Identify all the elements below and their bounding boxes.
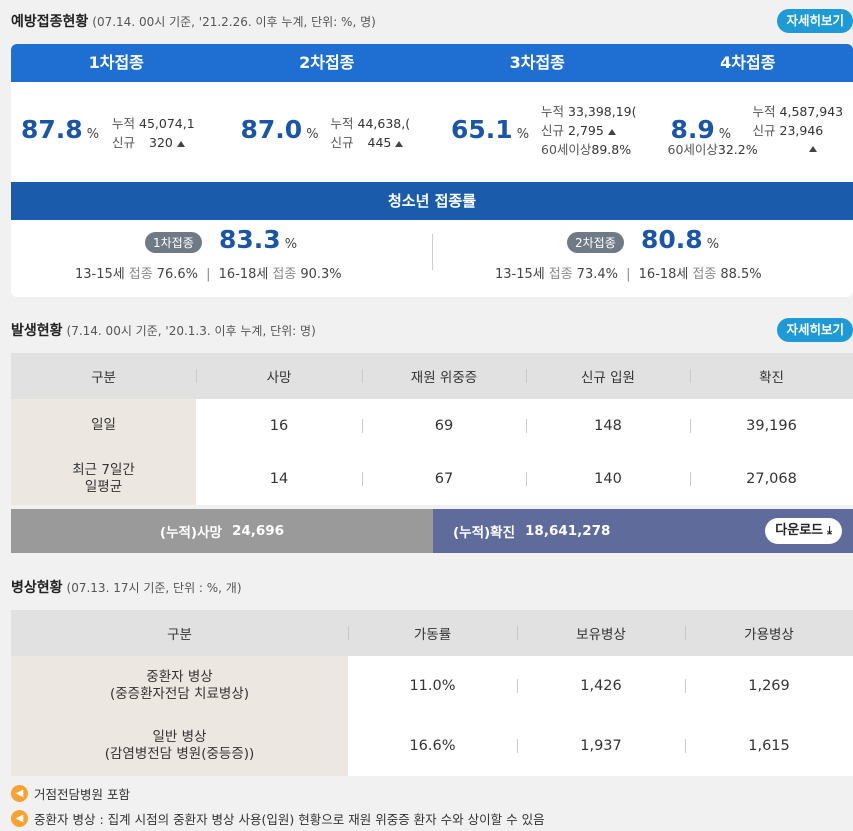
download-button[interactable]: 다운로드 ⤓ <box>765 518 842 544</box>
dose-3-stats: 65.1% 누적 33,398,19( 신규 2,795 60세이상89.8% <box>432 82 643 182</box>
up-triangle-icon <box>808 146 817 152</box>
beds-header: 병상현황 (07.13. 17시 기준, 단위 : %, 개) <box>11 575 853 599</box>
col-header: 확진 <box>690 366 853 386</box>
tab-dose-3[interactable]: 3차접종 <box>432 44 643 82</box>
dose-3-rate: 65.1% <box>451 115 530 144</box>
teen-dose-1-rate: 83.3% <box>219 225 298 254</box>
col-header: 구분 <box>91 370 116 386</box>
beds-note: (07.13. 17시 기준, 단위 : %, 개) <box>66 580 242 595</box>
teen-title: 청소년 접종률 <box>11 182 853 220</box>
dose-4-new: 신규 23,946 <box>752 123 824 138</box>
dose-1-rate: 87.8% <box>21 115 100 144</box>
table-row: 일일 16 69 148 39,196 <box>11 399 853 452</box>
occurrence-table-header: 구분 사망 재원 위중증 신규 입원 확진 <box>11 353 853 399</box>
cumulative-bar: (누적)사망 24,696 (누적)확진 18,641,278 다운로드 ⤓ <box>11 509 853 553</box>
teen-dose-1-breakdown: 13-15세 접종 76.6% | 16-18세 접종 90.3% <box>75 267 342 282</box>
tab-dose-2[interactable]: 2차접종 <box>222 44 433 82</box>
footnote: ◀ 거점전담병원 포함 <box>11 784 130 803</box>
teen-dose-2-rate: 80.8% <box>641 225 720 254</box>
cell-held-beds: 1,937 <box>517 716 685 776</box>
cell-critical: 67 <box>362 452 526 505</box>
footnote: ◀ 중환자 병상 : 집계 시점의 중환자 병상 사용(입원) 현황으로 재원 위… <box>11 809 545 828</box>
cell-confirmed: 39,196 <box>690 399 853 452</box>
teen-dose-2-badge: 2차접종 <box>567 232 624 253</box>
cell-new-admission: 140 <box>526 452 690 505</box>
speaker-icon: ◀ <box>11 810 28 827</box>
occurrence-header: 발생현황 (7.14. 00시 기준, '20.1.3. 이후 누계, 단위: … <box>11 318 853 342</box>
occurrence-title: 발생현황 <box>11 323 63 339</box>
table-row: 중환자 병상 (중증환자전담 치료병상) 11.0% 1,426 1,269 <box>11 656 853 716</box>
row-label: 일일 <box>11 399 196 452</box>
row-label: 중환자 병상 (중증환자전담 치료병상) <box>11 656 348 716</box>
beds-table-header: 구분 가동률 보유병상 가용병상 <box>11 610 853 656</box>
vaccination-header: 예방접종현황 (07.14. 00시 기준, '21.2.26. 이후 누계, … <box>11 9 853 33</box>
teen-stats: 1차접종 83.3% 13-15세 접종 76.6% | 16-18세 접종 90.3%… <box>11 220 853 297</box>
dose-3-new: 신규 2,795 <box>541 121 643 140</box>
col-header: 가용병상 <box>685 623 853 643</box>
cell-deaths: 14 <box>269 470 289 487</box>
table-row: 일반 병상 (감염병전담 병원(중등증)) 16.6% 1,937 1,615 <box>11 716 853 776</box>
vaccination-note: (07.14. 00시 기준, '21.2.26. 이후 누계, 단위: %, … <box>92 14 376 29</box>
tab-dose-4[interactable]: 4차접종 <box>643 44 853 82</box>
beds-title: 병상현황 <box>11 580 63 596</box>
col-header: 재원 위중증 <box>362 366 526 386</box>
occurrence-table: 구분 사망 재원 위중증 신규 입원 확진 일일 16 69 148 39,19… <box>11 353 853 505</box>
cumulative-confirmed: (누적)확진 18,641,278 다운로드 ⤓ <box>433 509 853 553</box>
cell-deaths: 16 <box>269 417 289 434</box>
dose-4-stats: 8.9% 누적 4,587,943 신규 23,946 60세이상32.2% <box>643 82 853 182</box>
cell-held-beds: 1,426 <box>517 656 685 716</box>
vaccination-detail-button[interactable]: 자세히보기 <box>777 9 853 33</box>
download-icon: ⤓ <box>827 524 832 537</box>
col-header: 가동률 <box>348 623 517 643</box>
dose-1-new: 신규 320 <box>112 133 212 152</box>
vaccination-card: 1차접종 2차접종 3차접종 4차접종 87.8% 누적 45,074,1 신규 … <box>11 44 853 297</box>
row-label: 일반 병상 (감염병전담 병원(중등증)) <box>11 716 348 776</box>
beds-table: 구분 가동률 보유병상 가용병상 중환자 병상 (중증환자전담 치료병상) 11.… <box>11 610 853 776</box>
dose-4-cumulative: 누적 4,587,943 <box>752 104 844 119</box>
dose-tabs: 1차접종 2차접종 3차접종 4차접종 <box>11 44 853 82</box>
tab-dose-1[interactable]: 1차접종 <box>11 44 222 82</box>
cell-available-beds: 1,269 <box>685 656 853 716</box>
table-row: 최근 7일간 일평균 14 67 140 27,068 <box>11 452 853 505</box>
cell-available-beds: 1,615 <box>685 716 853 776</box>
occurrence-detail-button[interactable]: 자세히보기 <box>777 318 853 342</box>
cell-utilization: 11.0% <box>409 678 456 694</box>
cell-new-admission: 148 <box>526 399 690 452</box>
cell-critical: 69 <box>362 399 526 452</box>
cell-confirmed: 27,068 <box>690 452 853 505</box>
col-header: 신규 입원 <box>526 366 690 386</box>
dose-2-rate: 87.0% <box>240 115 319 144</box>
dose-4-age60: 60세이상32.2% <box>667 142 758 157</box>
teen-dose-1-badge: 1차접종 <box>145 232 202 253</box>
up-triangle-icon <box>176 140 185 147</box>
dose-3-age60: 60세이상89.8% <box>541 142 632 157</box>
occurrence-note: (7.14. 00시 기준, '20.1.3. 이후 누계, 단위: 명) <box>66 323 316 338</box>
cell-utilization: 16.6% <box>409 738 456 754</box>
teen-dose-2: 2차접종 80.8% 13-15세 접종 73.4% | 16-18세 접종 88.5% <box>432 220 853 297</box>
vaccination-title: 예방접종현황 <box>11 14 89 30</box>
col-header: 사망 <box>196 366 362 386</box>
dose-1-stats: 87.8% 누적 45,074,1 신규 320 <box>11 82 222 182</box>
col-header: 구분 <box>167 627 192 643</box>
dose-2-new: 신규 445 <box>331 133 431 152</box>
col-header: 보유병상 <box>517 623 685 643</box>
up-triangle-icon <box>395 140 404 147</box>
dose-stats-row: 87.8% 누적 45,074,1 신규 320 87.0% 누적 44,638,(… <box>11 82 853 182</box>
dose-3-cumulative: 누적 33,398,19( <box>541 104 637 119</box>
teen-dose-2-breakdown: 13-15세 접종 73.4% | 16-18세 접종 88.5% <box>495 267 762 282</box>
dose-1-cumulative: 누적 45,074,1 <box>112 116 195 131</box>
row-label: 최근 7일간 일평균 <box>11 452 196 505</box>
dose-2-stats: 87.0% 누적 44,638,( 신규 445 <box>222 82 433 182</box>
dose-2-cumulative: 누적 44,638,( <box>330 116 411 131</box>
up-triangle-icon <box>607 128 616 135</box>
cumulative-deaths: (누적)사망 24,696 <box>11 509 433 553</box>
teen-dose-1: 1차접종 83.3% 13-15세 접종 76.6% | 16-18세 접종 90.3% <box>11 220 432 297</box>
speaker-icon: ◀ <box>11 785 28 802</box>
